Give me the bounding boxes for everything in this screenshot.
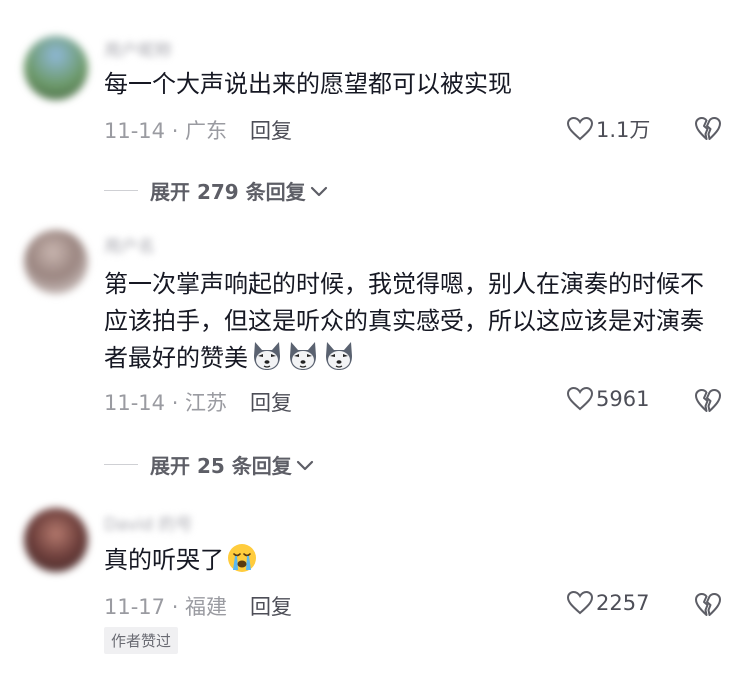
divider-line: [104, 464, 138, 465]
reply-button[interactable]: 回复: [250, 591, 292, 621]
broken-heart-icon: [695, 389, 721, 412]
heart-outline-icon: [566, 386, 594, 411]
comment-text: 第一次掌声响起的时候，我觉得嗯，别人在演奏的时候不应该拍手，但这是听众的真实感受…: [104, 266, 724, 377]
reply-button[interactable]: 回复: [250, 387, 292, 417]
comment-meta: 11-14 · 江苏: [104, 391, 228, 415]
chevron-down-icon: [296, 460, 313, 470]
comment-meta: 11-17 · 福建: [104, 595, 228, 619]
like-count: 5961: [596, 387, 650, 411]
username[interactable]: 用户昵称: [104, 36, 172, 61]
comment-text: 每一个大声说出来的愿望都可以被实现: [104, 70, 512, 98]
like-button[interactable]: 1.1万: [566, 114, 650, 144]
husky-emoji: [326, 342, 352, 370]
chevron-down-icon: [310, 186, 327, 196]
comment-item: 用户名 第一次掌声响起的时候，我觉得嗯，别人在演奏的时候不应该拍手，但这是听众的…: [0, 210, 750, 490]
comment-item: 用户昵称 每一个大声说出来的愿望都可以被实现 11-14 · 广东 回复 1.1…: [0, 0, 750, 210]
husky-emoji: [254, 342, 280, 370]
dislike-button[interactable]: [694, 592, 722, 622]
like-count: 2257: [596, 591, 650, 615]
heart-outline-icon: [566, 116, 594, 141]
husky-emoji: [290, 342, 316, 370]
crying-face-emoji: [228, 544, 256, 572]
like-button[interactable]: 5961: [566, 386, 649, 412]
reply-button[interactable]: 回复: [250, 115, 292, 145]
avatar[interactable]: [24, 36, 88, 100]
like-count: 1.1万: [596, 118, 651, 142]
expand-replies[interactable]: 展开 25 条回复: [104, 450, 316, 479]
avatar[interactable]: [24, 508, 88, 572]
divider-line: [104, 190, 138, 191]
comment-item: David 的号 真的听哭了 11-17 · 福建 回复 2257 作者赞过: [0, 490, 750, 675]
broken-heart-icon: [695, 117, 721, 140]
username[interactable]: David 的号: [104, 510, 193, 535]
comment-text-content: 第一次掌声响起的时候，我觉得嗯，别人在演奏的时候不应该拍手，但这是听众的真实感受…: [104, 270, 704, 372]
expand-replies-label: 展开 25 条回复: [150, 454, 292, 478]
expand-replies-label: 展开 279 条回复: [150, 180, 306, 204]
heart-outline-icon: [566, 590, 594, 615]
dislike-button[interactable]: [694, 116, 722, 146]
comment-text-content: 真的听哭了: [104, 546, 224, 574]
comment-meta: 11-14 · 广东: [104, 119, 228, 143]
broken-heart-icon: [695, 593, 721, 616]
expand-replies[interactable]: 展开 279 条回复: [104, 176, 330, 205]
comment-text: 真的听哭了: [104, 542, 724, 579]
like-button[interactable]: 2257: [566, 590, 649, 616]
avatar[interactable]: [24, 230, 88, 294]
dislike-button[interactable]: [694, 388, 722, 418]
username[interactable]: 用户名: [104, 232, 155, 257]
author-liked-badge: 作者赞过: [104, 627, 179, 654]
